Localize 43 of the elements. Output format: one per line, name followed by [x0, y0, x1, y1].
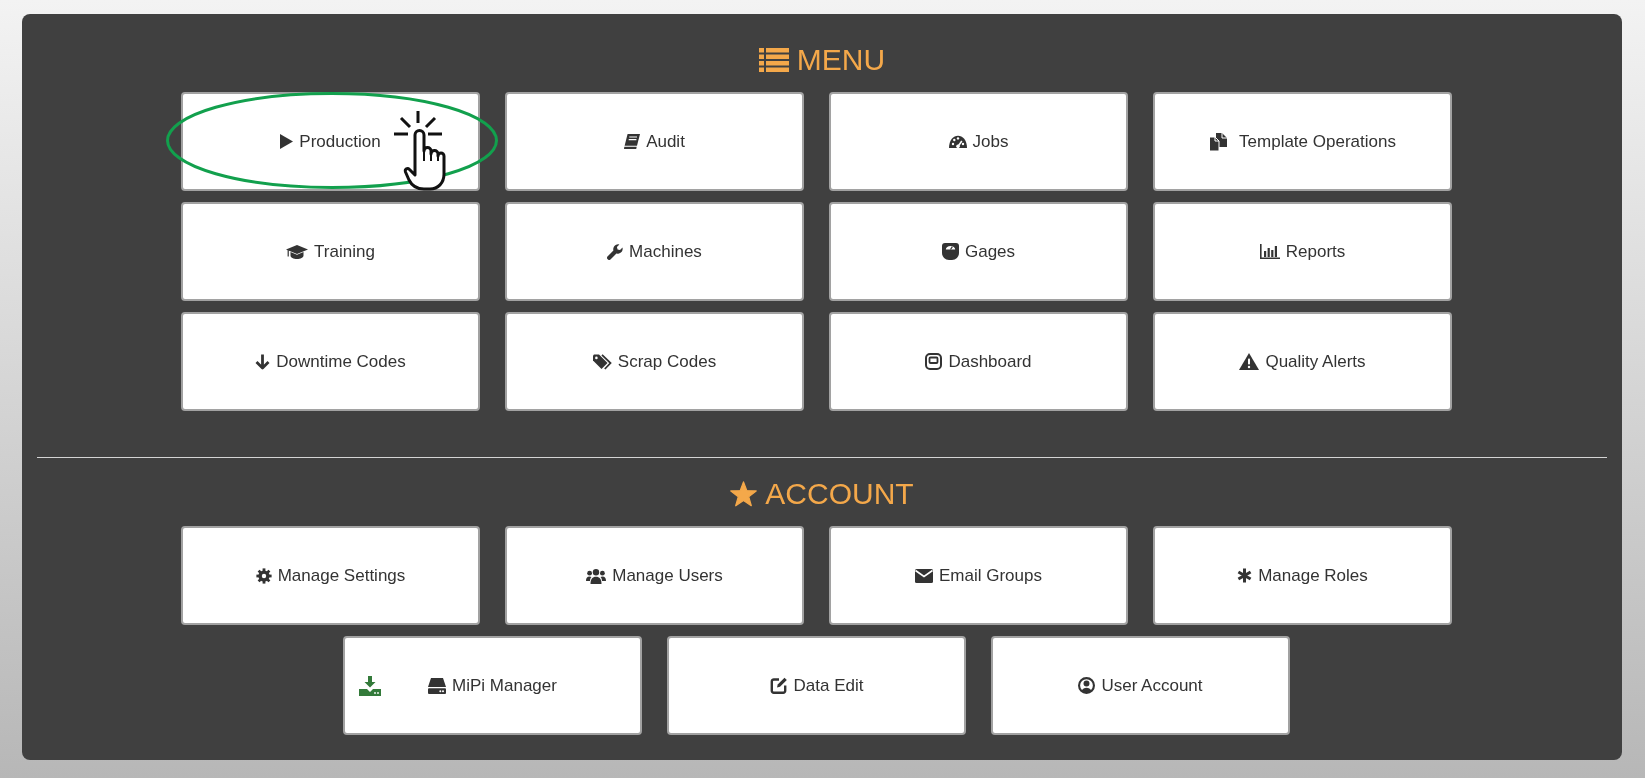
asterisk-icon: [1237, 568, 1253, 583]
menu-button[interactable]: Template Operations: [1153, 92, 1452, 191]
section-title: MENU: [796, 42, 886, 78]
bar-chart-icon: [1259, 244, 1280, 259]
user-circle-icon: [1078, 677, 1096, 694]
menu-button[interactable]: Machines: [505, 202, 804, 301]
menu-button[interactable]: Downtime Codes: [181, 312, 480, 411]
menu-button[interactable]: Scrap Codes: [505, 312, 804, 411]
edit-icon: [769, 677, 788, 694]
arrow-down-icon: [255, 353, 271, 370]
account-button[interactable]: Email Groups: [829, 526, 1128, 625]
star-icon: [730, 481, 758, 507]
account-button[interactable]: Manage Roles: [1153, 526, 1452, 625]
gauge-icon: [948, 135, 967, 148]
account-button[interactable]: Manage Settings: [181, 526, 480, 625]
settings-icon: [255, 567, 272, 584]
play-icon: [280, 134, 294, 149]
tags-icon: [592, 353, 612, 370]
account-button[interactable]: Manage Users: [505, 526, 804, 625]
menu-button[interactable]: Dashboard: [829, 312, 1128, 411]
users-icon: [586, 567, 607, 584]
scale-icon: [941, 243, 959, 260]
wrench-icon: [607, 243, 624, 260]
book-icon: [624, 134, 641, 149]
menu-button[interactable]: Training: [181, 202, 480, 301]
hard-drive-icon: [428, 677, 447, 694]
account-button[interactable]: User Account: [991, 636, 1290, 735]
account-button[interactable]: MiPi Manager: [343, 636, 642, 735]
menu-button[interactable]: Jobs: [829, 92, 1128, 191]
menu-button[interactable]: Reports: [1153, 202, 1452, 301]
menu-button[interactable]: Gages: [829, 202, 1128, 301]
menu-button[interactable]: Audit: [505, 92, 804, 191]
files-icon: [1209, 132, 1228, 151]
account-button[interactable]: Data Edit: [667, 636, 966, 735]
graduation-cap-icon: [286, 244, 309, 259]
warning-icon: [1239, 353, 1260, 370]
rounded-square-icon: [925, 353, 943, 370]
list-icon: [758, 48, 789, 72]
pointing-hand-icon: [394, 111, 447, 191]
menu-button[interactable]: Quality Alerts: [1153, 312, 1452, 411]
section-title: ACCOUNT: [765, 476, 914, 512]
download-icon: [359, 676, 381, 696]
envelope-icon: [915, 568, 933, 583]
